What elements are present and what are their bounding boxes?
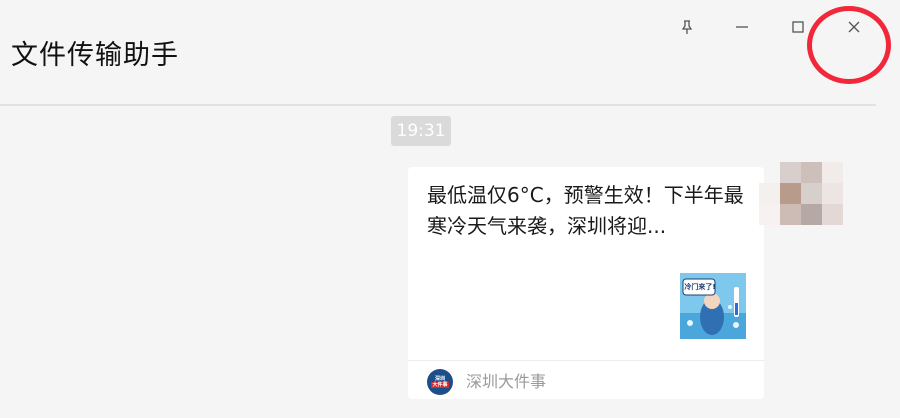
maximize-button[interactable]: [783, 12, 813, 42]
pin-icon: [681, 20, 693, 34]
minimize-icon: [736, 26, 748, 28]
source-logo-icon: 深圳 大件事: [427, 369, 453, 395]
header-divider: [0, 104, 876, 106]
pin-button[interactable]: [672, 12, 702, 42]
chat-header: 文件传输助手: [0, 0, 900, 104]
chat-title: 文件传输助手: [11, 40, 179, 71]
close-button[interactable]: [839, 12, 869, 42]
article-message-card[interactable]: 最低温仅6°C，预警生效！下半年最寒冷天气来袭，深圳将迎... 冷门来了! 深圳…: [408, 167, 764, 399]
minimize-button[interactable]: [727, 12, 757, 42]
close-icon: [848, 21, 860, 33]
source-logo-line2: 大件事: [431, 382, 449, 388]
article-title: 最低温仅6°C，预警生效！下半年最寒冷天气来袭，深圳将迎...: [427, 183, 744, 238]
card-separator: [408, 360, 764, 361]
article-thumbnail: 冷门来了!: [680, 273, 746, 339]
source-account-name: 深圳大件事: [466, 372, 547, 391]
user-avatar-icon[interactable]: [759, 162, 843, 226]
message-timestamp: 19:31: [391, 116, 451, 146]
thumbnail-caption: 冷门来了!: [684, 283, 716, 291]
maximize-icon: [792, 21, 804, 33]
